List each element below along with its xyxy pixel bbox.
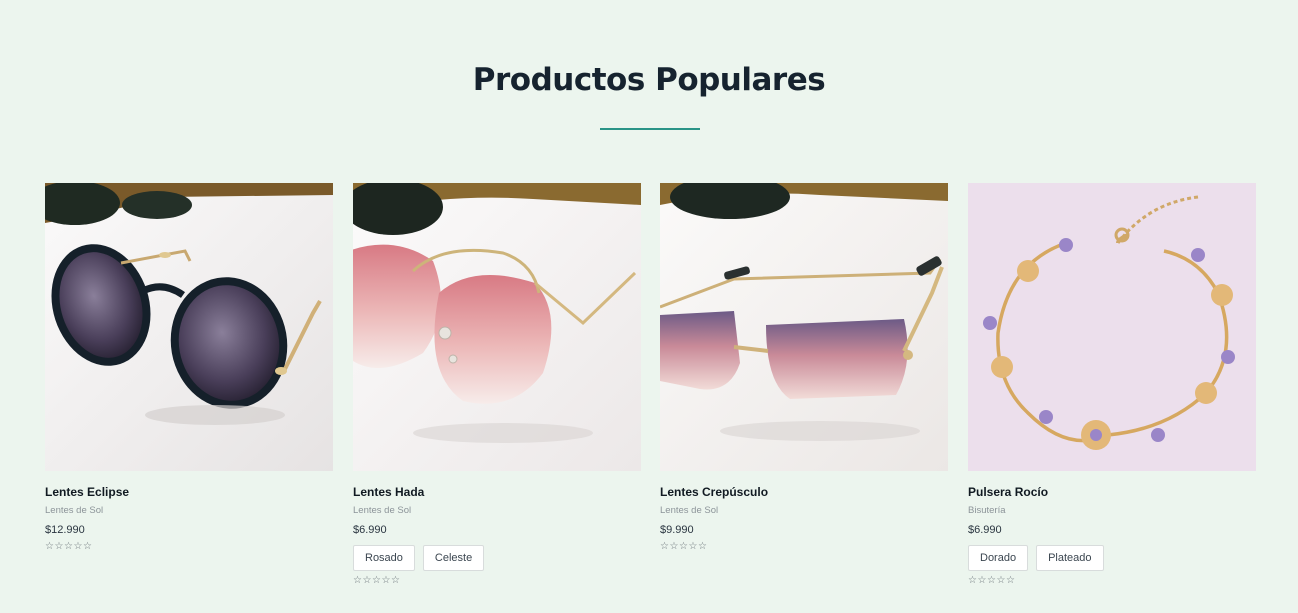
star-rating: ☆ ☆ ☆ ☆ ☆ [45,541,333,553]
star-icon: ☆ [54,541,64,552]
gold-flower-bracelet-image [968,183,1256,471]
product-image-crepusculo[interactable] [660,183,948,471]
product-name[interactable]: Lentes Crepúsculo [660,484,948,500]
title-underline [600,128,700,130]
star-icon: ☆ [968,575,977,586]
star-rating: ☆ ☆ ☆ ☆ ☆ [968,575,1256,587]
star-icon: ☆ [679,541,688,552]
variant-button-dorado[interactable]: Dorado [968,545,1029,571]
star-rating: ☆ ☆ ☆ ☆ ☆ [353,575,641,587]
product-price: $6.990 [968,524,1002,536]
section-title: Productos Populares [472,62,826,98]
star-icon: ☆ [977,575,987,586]
star-icon: ☆ [996,575,1006,586]
product-category[interactable]: Lentes de Sol [45,505,333,517]
variant-button-plateado[interactable]: Plateado [1036,545,1104,571]
product-name[interactable]: Lentes Eclipse [45,484,333,500]
star-icon: ☆ [73,541,83,552]
round-black-sunglasses-image [45,183,333,471]
star-icon: ☆ [688,541,698,552]
product-name[interactable]: Lentes Hada [353,484,641,500]
star-icon: ☆ [64,541,73,552]
product-card-eclipse[interactable]: Lentes Eclipse Lentes de Sol $12.990 ☆ ☆… [45,183,333,553]
product-price: $9.990 [660,524,694,536]
product-image-eclipse[interactable] [45,183,333,471]
product-card-rocio[interactable]: Pulsera Rocío Bisutería $6.990 Dorado Pl… [968,183,1256,587]
star-icon: ☆ [353,575,362,586]
star-icon: ☆ [372,575,381,586]
rectangular-pink-sunglasses-image [660,183,948,471]
product-image-rocio[interactable] [968,183,1256,471]
star-icon: ☆ [987,575,996,586]
product-image-hada[interactable] [353,183,641,471]
star-rating: ☆ ☆ ☆ ☆ ☆ [660,541,948,553]
star-icon: ☆ [698,541,707,552]
rimless-pink-sunglasses-image [353,183,641,471]
star-icon: ☆ [1006,575,1015,586]
product-card-crepusculo[interactable]: Lentes Crepúsculo Lentes de Sol $9.990 ☆… [660,183,948,553]
star-icon: ☆ [381,575,391,586]
variant-options: Rosado Celeste [353,545,641,571]
variant-button-rosado[interactable]: Rosado [353,545,415,571]
star-icon: ☆ [45,541,54,552]
star-icon: ☆ [83,541,92,552]
product-category[interactable]: Bisutería [968,505,1256,517]
star-icon: ☆ [669,541,679,552]
star-icon: ☆ [362,575,372,586]
variant-options: Dorado Plateado [968,545,1256,571]
product-name[interactable]: Pulsera Rocío [968,484,1256,500]
product-price: $6.990 [353,524,387,536]
product-card-hada[interactable]: Lentes Hada Lentes de Sol $6.990 Rosado … [353,183,641,587]
star-icon: ☆ [391,575,400,586]
product-price: $12.990 [45,524,85,536]
product-category[interactable]: Lentes de Sol [660,505,948,517]
variant-button-celeste[interactable]: Celeste [422,545,485,571]
star-icon: ☆ [660,541,669,552]
product-category[interactable]: Lentes de Sol [353,505,641,517]
